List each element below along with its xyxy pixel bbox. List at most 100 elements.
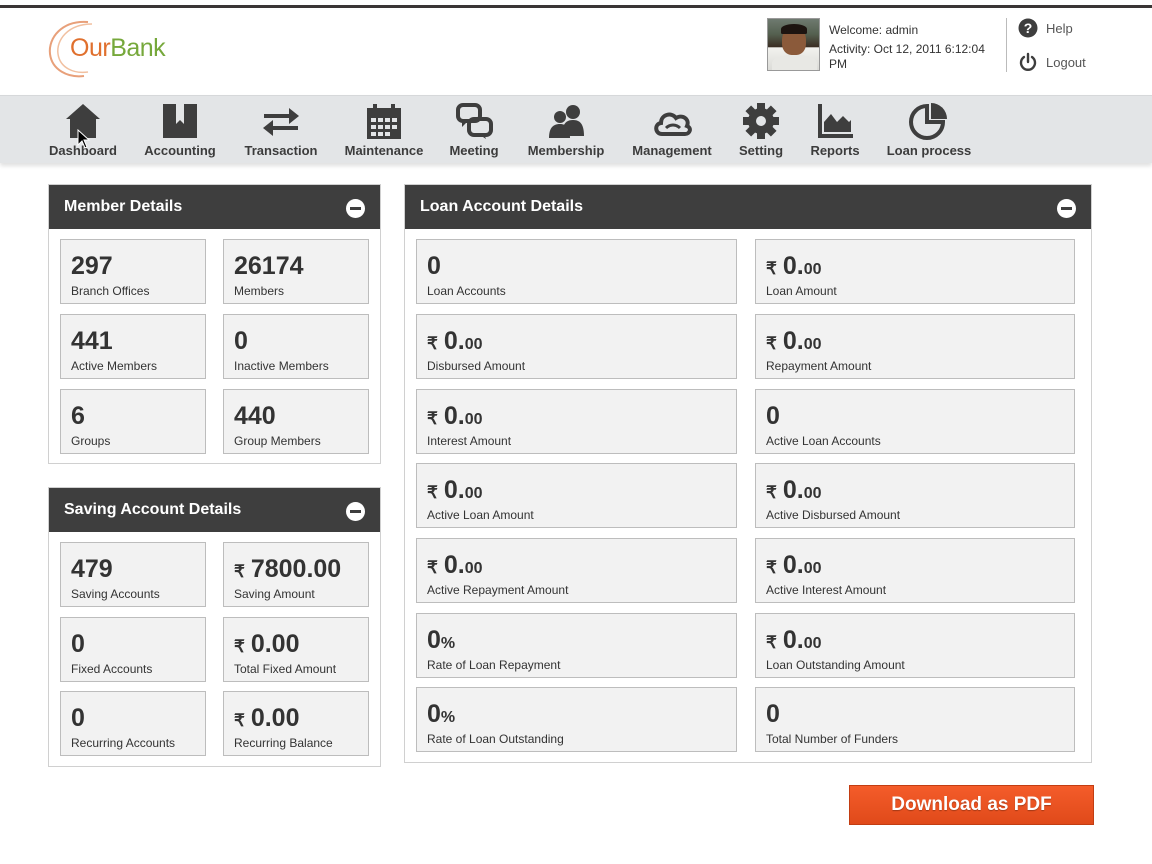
stat-value-wrap: ₹0.00 [766,626,821,655]
user-avatar[interactable] [767,18,820,71]
stat-label: Recurring Accounts [71,736,176,750]
gear-icon [743,103,779,139]
stat-label: Active Repayment Amount [427,583,569,597]
stat-value: 0 [427,252,441,280]
users-icon [549,105,584,138]
help-label: Help [1046,20,1073,36]
nav-label: Transaction [244,143,318,158]
nav-label: Meeting [449,143,499,158]
stat-value: 0. [443,327,465,355]
collapse-icon[interactable] [346,199,365,218]
stat-label: Rate of Loan Outstanding [427,732,564,746]
rupee-icon: ₹ [766,633,777,652]
stat-value: 0.00 [250,704,300,732]
stat-value-wrap: ₹0.00 [427,327,482,356]
stat-card: ₹0.00 Disbursed Amount [416,314,737,379]
collapse-icon[interactable] [1057,199,1076,218]
stat-card: 0 Fixed Accounts [60,617,206,682]
stat-value-wrap: 0 [766,402,780,431]
stat-value-wrap: ₹0.00 [234,630,300,659]
stat-card: ₹0.00 Active Disbursed Amount [755,463,1075,528]
stat-card: ₹0.00 Repayment Amount [755,314,1075,379]
stat-value-wrap: ₹0.00 [766,551,821,580]
bookmark-icon [163,104,197,138]
rupee-icon: ₹ [427,483,438,502]
stat-value: 441 [71,327,113,355]
stat-fraction: 00 [803,261,822,278]
stat-card: 0 Total Number of Funders [755,687,1075,752]
stat-value: 0. [443,402,465,430]
help-link[interactable]: ? Help [1018,18,1073,38]
stat-value: 0. [443,551,465,579]
logout-link[interactable]: Logout [1018,52,1086,72]
nav-management[interactable]: Management [632,102,712,160]
stat-unit: % [440,635,456,652]
stat-value-wrap: 0% [427,700,455,729]
logo-text: OurBank [70,34,166,63]
stat-label: Branch Offices [71,284,150,298]
stat-card: 0% Rate of Loan Outstanding [416,687,737,752]
stat-card: 479 Saving Accounts [60,542,206,607]
nav-setting[interactable]: Setting [739,102,783,160]
stat-value-wrap: ₹0.00 [766,476,821,505]
download-pdf-button[interactable]: Download as PDF [849,785,1094,825]
stat-card: 0% Rate of Loan Repayment [416,613,737,678]
stat-value-wrap: 0 [766,700,780,729]
ourbank-logo[interactable]: OurBank [48,18,188,80]
rupee-icon: ₹ [427,409,438,428]
stat-fraction: 00 [803,560,822,577]
rupee-icon: ₹ [427,558,438,577]
cloud-icon [654,112,692,136]
nav-maintenance[interactable]: Maintenance [345,102,423,160]
nav-meeting[interactable]: Meeting [449,102,499,160]
stat-fraction: 00 [464,411,483,428]
nav-accounting[interactable]: Accounting [144,102,216,160]
stat-fraction: 00 [464,485,483,502]
stat-value-wrap: 0% [427,626,455,655]
nav-membership[interactable]: Membership [527,102,605,160]
stat-card: ₹0.00 Recurring Balance [223,691,369,756]
stat-label: Saving Amount [234,587,315,601]
stat-value: 0. [782,551,804,579]
stat-value: 479 [71,555,113,583]
stat-label: Saving Accounts [71,587,160,601]
stat-label: Recurring Balance [234,736,333,750]
rupee-icon: ₹ [766,259,777,278]
chat-bubbles-icon [456,103,493,139]
stat-card: ₹0.00 Loan Outstanding Amount [755,613,1075,678]
nav-transaction[interactable]: Transaction [244,102,318,160]
stat-value: 0 [766,402,780,430]
stat-card: ₹0.00 Loan Amount [755,239,1075,304]
stat-value-wrap: ₹0.00 [766,327,821,356]
stat-fraction: 00 [803,635,822,652]
nav-loan-process[interactable]: Loan process [887,102,971,160]
stat-card: ₹0.00 Active Loan Amount [416,463,737,528]
logout-label: Logout [1046,54,1086,70]
stat-value: 0 [427,700,441,728]
stat-value: 0.00 [250,630,300,658]
logo-bank: Bank [110,34,166,62]
nav-reports[interactable]: Reports [810,102,860,160]
calendar-icon [367,104,401,139]
stat-card: 440 Group Members [223,389,369,454]
panel-title: Member Details [64,198,183,215]
stat-card: 26174 Members [223,239,369,304]
stat-label: Interest Amount [427,434,512,448]
rupee-icon: ₹ [766,558,777,577]
nav-label: Membership [527,143,605,158]
nav-label: Accounting [144,143,216,158]
stat-value-wrap: ₹0.00 [427,402,482,431]
member-details-panel: Member Details 297 Branch Offices 26174 … [48,184,381,464]
stat-label: Active Disbursed Amount [766,508,901,522]
area-chart-icon [818,104,853,138]
stat-label: Active Interest Amount [766,583,887,597]
rupee-icon: ₹ [234,562,245,581]
stat-label: Groups [71,434,111,448]
stat-card: 441 Active Members [60,314,206,379]
activity-text: Activity: Oct 12, 2011 6:12:04 PM [829,42,985,71]
nav-label: Management [632,143,712,158]
stat-value: 0. [443,476,465,504]
rupee-icon: ₹ [766,483,777,502]
rupee-icon: ₹ [427,334,438,353]
collapse-icon[interactable] [346,502,365,521]
